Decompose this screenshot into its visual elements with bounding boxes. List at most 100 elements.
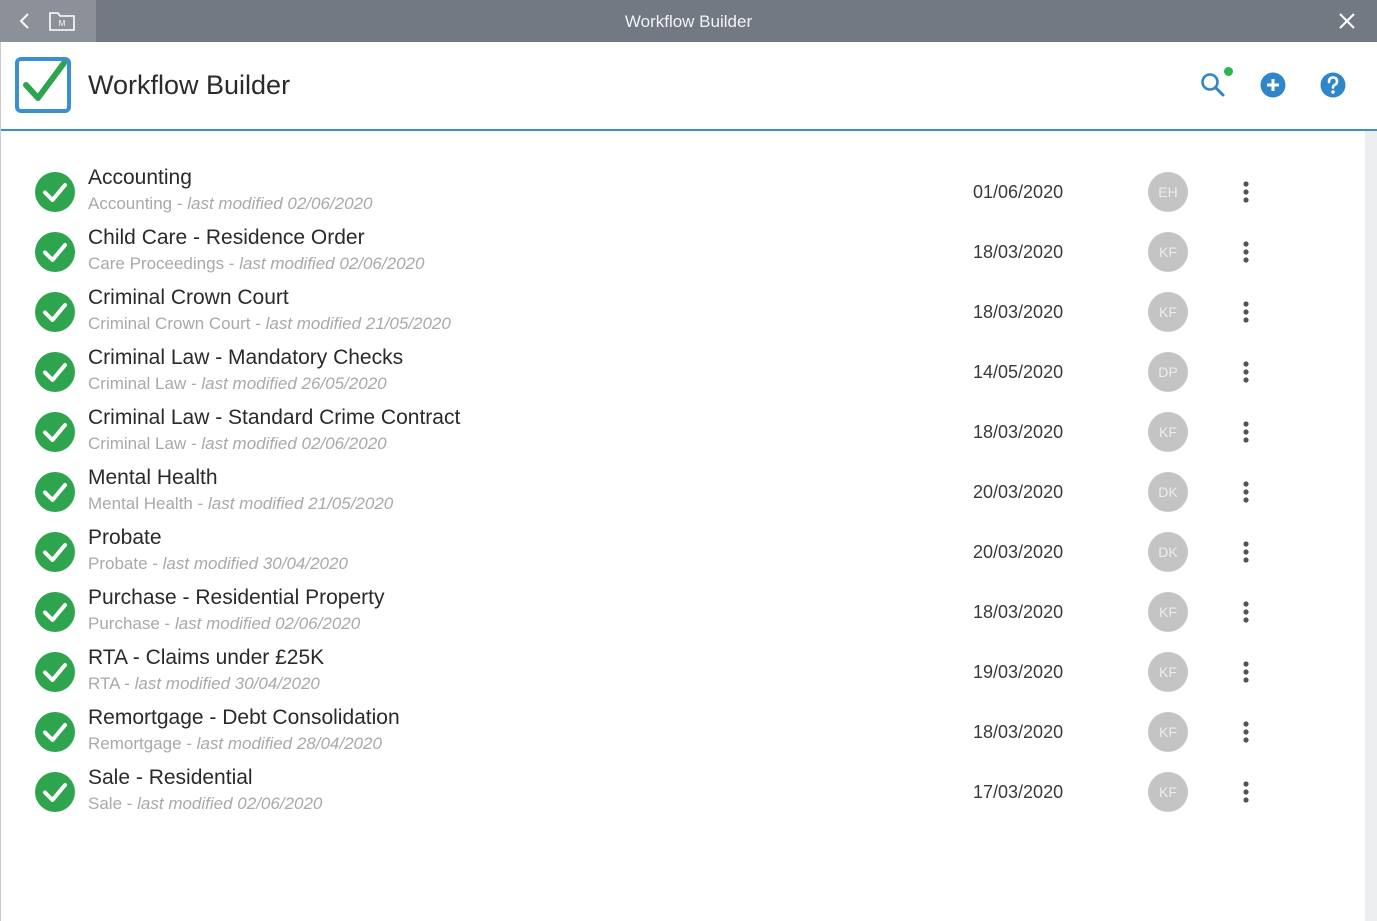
window-title: Workflow Builder — [624, 12, 753, 31]
avatar: KF — [1148, 412, 1188, 452]
list-item[interactable]: Criminal Law - Mandatory Checks Criminal … — [0, 342, 1365, 402]
list-item[interactable]: Criminal Crown Court Criminal Crown Court… — [0, 282, 1365, 342]
subtitle-separator: - — [122, 794, 138, 813]
more-vertical-icon[interactable] — [1236, 720, 1256, 744]
workflow-category: Accounting — [88, 194, 173, 213]
scrollbar[interactable] — [1365, 131, 1377, 921]
more-vertical-icon[interactable] — [1236, 240, 1256, 264]
list-item[interactable]: Sale - Residential Sale - last modified 0… — [0, 762, 1365, 822]
more-vertical-icon[interactable] — [1236, 540, 1256, 564]
avatar: EH — [1148, 172, 1188, 212]
workflow-name[interactable]: Criminal Law - Mandatory Checks — [88, 346, 403, 370]
more-vertical-icon[interactable] — [1236, 660, 1256, 684]
workflow-last-modified: last modified 21/05/2020 — [208, 494, 394, 513]
workflow-last-modified: last modified 02/06/2020 — [201, 434, 387, 453]
subtitle-separator: - — [159, 614, 175, 633]
close-icon[interactable] — [1337, 11, 1357, 31]
list-item[interactable]: RTA - Claims under £25K RTA - last modifi… — [0, 642, 1365, 702]
check-circle-icon — [35, 652, 75, 692]
list-item[interactable]: Probate Probate - last modified 30/04/202… — [0, 522, 1365, 582]
subtitle-separator: - — [250, 314, 266, 333]
workflow-name[interactable]: Probate — [88, 526, 162, 550]
workflow-subtitle: Accounting - last modified 02/06/2020 — [88, 194, 372, 214]
workflow-date: 20/03/2020 — [973, 542, 1064, 562]
check-circle-icon — [35, 352, 75, 392]
list-item[interactable]: Criminal Law - Standard Crime Contract Cr… — [0, 402, 1365, 462]
workflow-date: 17/03/2020 — [973, 782, 1064, 802]
workflow-category: Purchase — [88, 614, 160, 633]
question-circle-icon[interactable] — [1319, 71, 1347, 99]
subtitle-separator: - — [181, 734, 197, 753]
workflow-category: Remortgage — [88, 734, 182, 753]
workflow-date: 14/05/2020 — [973, 362, 1064, 382]
more-vertical-icon[interactable] — [1236, 600, 1256, 624]
more-vertical-icon[interactable] — [1236, 360, 1256, 384]
workflow-name[interactable]: RTA - Claims under £25K — [88, 646, 324, 670]
search-notification-dot — [1224, 67, 1233, 76]
workflow-name[interactable]: Sale - Residential — [88, 766, 253, 790]
workflow-subtitle: Probate - last modified 30/04/2020 — [88, 554, 348, 574]
workflow-subtitle: Sale - last modified 02/06/2020 — [88, 794, 322, 814]
check-circle-icon — [35, 772, 75, 812]
avatar: DK — [1148, 532, 1188, 572]
workflow-name[interactable]: Purchase - Residential Property — [88, 586, 384, 610]
more-vertical-icon[interactable] — [1236, 180, 1256, 204]
check-circle-icon — [35, 232, 75, 272]
workflow-category: Criminal Crown Court — [88, 314, 251, 333]
avatar: DK — [1148, 472, 1188, 512]
workflow-date: 01/06/2020 — [973, 182, 1064, 202]
workflow-name[interactable]: Criminal Law - Standard Crime Contract — [88, 406, 460, 430]
workflow-last-modified: last modified 02/06/2020 — [137, 794, 323, 813]
workflow-last-modified: last modified 02/06/2020 — [174, 614, 361, 633]
workflow-subtitle: RTA - last modified 30/04/2020 — [88, 674, 320, 694]
workflow-category: Mental Health — [88, 494, 193, 513]
subtitle-separator: - — [172, 194, 188, 213]
search-icon[interactable] — [1199, 71, 1227, 99]
list-item[interactable]: Mental Health Mental Health - last modifi… — [0, 462, 1365, 522]
workflow-name[interactable]: Criminal Crown Court — [88, 286, 289, 310]
avatar: KF — [1148, 712, 1188, 752]
workflow-name[interactable]: Mental Health — [88, 466, 218, 490]
check-circle-icon — [35, 172, 75, 212]
workflow-subtitle: Mental Health - last modified 21/05/2020 — [88, 494, 393, 514]
check-circle-icon — [35, 472, 75, 512]
more-vertical-icon[interactable] — [1236, 780, 1256, 804]
workflow-list: Accounting Accounting - last modified 02/… — [0, 162, 1365, 822]
subtitle-separator: - — [147, 554, 163, 573]
avatar: KF — [1148, 772, 1188, 812]
list-item[interactable]: Remortgage - Debt Consolidation Remortgag… — [0, 702, 1365, 762]
workflow-subtitle: Criminal Law - last modified 02/06/2020 — [88, 434, 387, 454]
subtitle-separator: - — [224, 254, 240, 273]
workflow-name[interactable]: Remortgage - Debt Consolidation — [88, 706, 400, 730]
avatar: KF — [1148, 292, 1188, 332]
workflow-date: 18/03/2020 — [973, 242, 1064, 262]
workflow-subtitle: Care Proceedings - last modified 02/06/2… — [88, 254, 424, 274]
workflow-category: Probate — [88, 554, 148, 573]
list-item[interactable]: Accounting Accounting - last modified 02/… — [0, 162, 1365, 222]
check-circle-icon — [35, 712, 75, 752]
list-item[interactable]: Child Care - Residence Order Care Proceed… — [0, 222, 1365, 282]
workflow-last-modified: last modified 30/04/2020 — [162, 554, 348, 573]
avatar: DP — [1148, 352, 1188, 392]
subtitle-separator: - — [119, 674, 135, 693]
window-titlebar: M Workflow Builder — [0, 0, 1377, 42]
more-vertical-icon[interactable] — [1236, 420, 1256, 444]
check-circle-icon — [35, 592, 75, 632]
avatar: KF — [1148, 652, 1188, 692]
workflow-name[interactable]: Accounting — [88, 166, 192, 190]
list-item[interactable]: Purchase - Residential Property Purchase … — [0, 582, 1365, 642]
more-vertical-icon[interactable] — [1236, 480, 1256, 504]
workflow-last-modified: last modified 28/04/2020 — [196, 734, 382, 753]
workflow-subtitle: Remortgage - last modified 28/04/2020 — [88, 734, 382, 754]
more-vertical-icon[interactable] — [1236, 300, 1256, 324]
plus-circle-icon[interactable] — [1259, 71, 1287, 99]
workflow-name[interactable]: Child Care - Residence Order — [88, 226, 365, 250]
workflow-category: Sale — [88, 794, 123, 813]
workflow-last-modified: last modified 21/05/2020 — [265, 314, 451, 333]
check-circle-icon — [35, 412, 75, 452]
workflow-category: Criminal Law — [88, 374, 187, 393]
checkbox-logo-icon — [15, 57, 71, 113]
workflow-last-modified: last modified 02/06/2020 — [239, 254, 425, 273]
workflow-date: 19/03/2020 — [973, 662, 1064, 682]
workflow-subtitle: Purchase - last modified 02/06/2020 — [88, 614, 360, 634]
